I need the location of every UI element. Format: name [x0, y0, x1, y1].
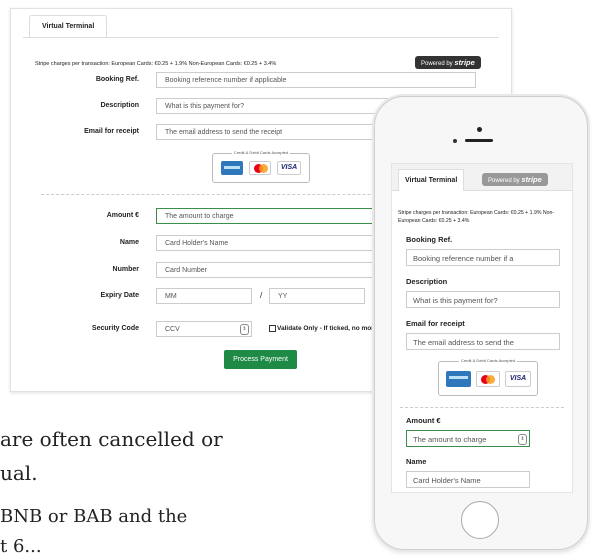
tab-divider [23, 37, 499, 38]
mobile-amount-stepper-icon[interactable]: ⇕ [518, 434, 527, 445]
mobile-tab-bar: Virtual Terminal Powered by stripe [392, 164, 572, 191]
mobile-visa-card-icon: VISA [505, 371, 531, 387]
cards-accepted-box: Credit & Debit Cards Accepted VISA [212, 150, 310, 183]
name-input[interactable]: Card Holder's Name [156, 235, 394, 251]
background-text-line-1: are often cancelled or [0, 427, 223, 451]
speaker-grille [465, 139, 493, 142]
cards-accepted-label: Credit & Debit Cards Accepted [231, 150, 291, 155]
amex-card-icon [221, 161, 243, 175]
amount-label: Amount € [106, 212, 139, 219]
expiry-year-input[interactable]: YY [269, 288, 365, 304]
mobile-booking-ref-input[interactable]: Booking reference number if a [406, 249, 560, 266]
description-label: Description [100, 102, 139, 109]
background-text-line-4: t 6... [0, 536, 42, 557]
mobile-powered-by-stripe-badge: Powered by stripe [482, 173, 548, 186]
mobile-amount-label: Amount € [406, 416, 441, 425]
security-code-label: Security Code [91, 325, 139, 332]
booking-ref-input[interactable]: Booking reference number if applicable [156, 72, 476, 88]
expiry-separator: / [260, 291, 263, 300]
number-label: Number [112, 266, 139, 273]
mobile-email-input[interactable]: The email address to send the [406, 333, 560, 350]
email-label: Email for receipt [84, 128, 139, 135]
mobile-cards-accepted-box: Credit & Debit Cards Accepted VISA [438, 358, 538, 396]
expiry-label: Expiry Date [100, 292, 139, 299]
powered-by-stripe-badge: Powered by stripe [415, 56, 481, 69]
home-button[interactable] [461, 501, 499, 539]
phone-mockup: Virtual Terminal Powered by stripe Strip… [374, 96, 588, 550]
mobile-email-label: Email for receipt [406, 319, 465, 328]
stripe-charges-text: Stripe charges per transaction: European… [35, 61, 277, 67]
mobile-description-label: Description [406, 277, 448, 286]
booking-ref-label: Booking Ref. [95, 76, 139, 83]
tab-virtual-terminal[interactable]: Virtual Terminal [29, 15, 108, 38]
checkbox-icon[interactable] [269, 325, 276, 332]
camera-icon [477, 127, 482, 132]
card-number-input[interactable]: Card Number [156, 262, 394, 278]
mobile-stripe-charges-text: Stripe charges per transaction: European… [398, 210, 555, 224]
background-text-line-3: BNB or BAB and the [0, 506, 188, 527]
mastercard-icon [249, 161, 271, 175]
name-label: Name [119, 239, 139, 246]
mobile-cards-accepted-label: Credit & Debit Cards Accepted [458, 358, 518, 363]
mobile-screen: Virtual Terminal Powered by stripe Strip… [391, 163, 573, 493]
badge-prefix: Powered by [421, 61, 453, 67]
visa-card-icon: VISA [277, 161, 301, 175]
mobile-tab-virtual-terminal[interactable]: Virtual Terminal [398, 169, 465, 191]
expiry-month-input[interactable]: MM [156, 288, 252, 304]
mobile-description-input[interactable]: What is this payment for? [406, 291, 560, 308]
mobile-booking-ref-label: Booking Ref. [406, 235, 453, 244]
mobile-amex-card-icon [446, 371, 471, 387]
mobile-stripe-logo: stripe [521, 175, 542, 184]
validate-only-label: Validate Only - If ticked, no mor card [277, 325, 390, 333]
security-code-input[interactable]: CCV [156, 321, 252, 337]
mobile-name-label: Name [406, 457, 427, 466]
mobile-badge-prefix: Powered by [488, 178, 520, 184]
mobile-section-divider [400, 407, 564, 408]
amount-input[interactable]: The amount to charge [156, 208, 394, 224]
mobile-mastercard-icon [476, 371, 500, 387]
stripe-logo: stripe [454, 58, 475, 67]
mobile-amount-input[interactable]: The amount to charge [406, 430, 530, 447]
background-text-line-2: ual. [0, 461, 38, 485]
process-payment-button[interactable]: Process Payment [224, 350, 297, 369]
mobile-name-input[interactable]: Card Holder's Name [406, 471, 530, 488]
ccv-stepper-icon[interactable]: ⇕ [240, 324, 249, 335]
sensor-icon [453, 139, 457, 143]
